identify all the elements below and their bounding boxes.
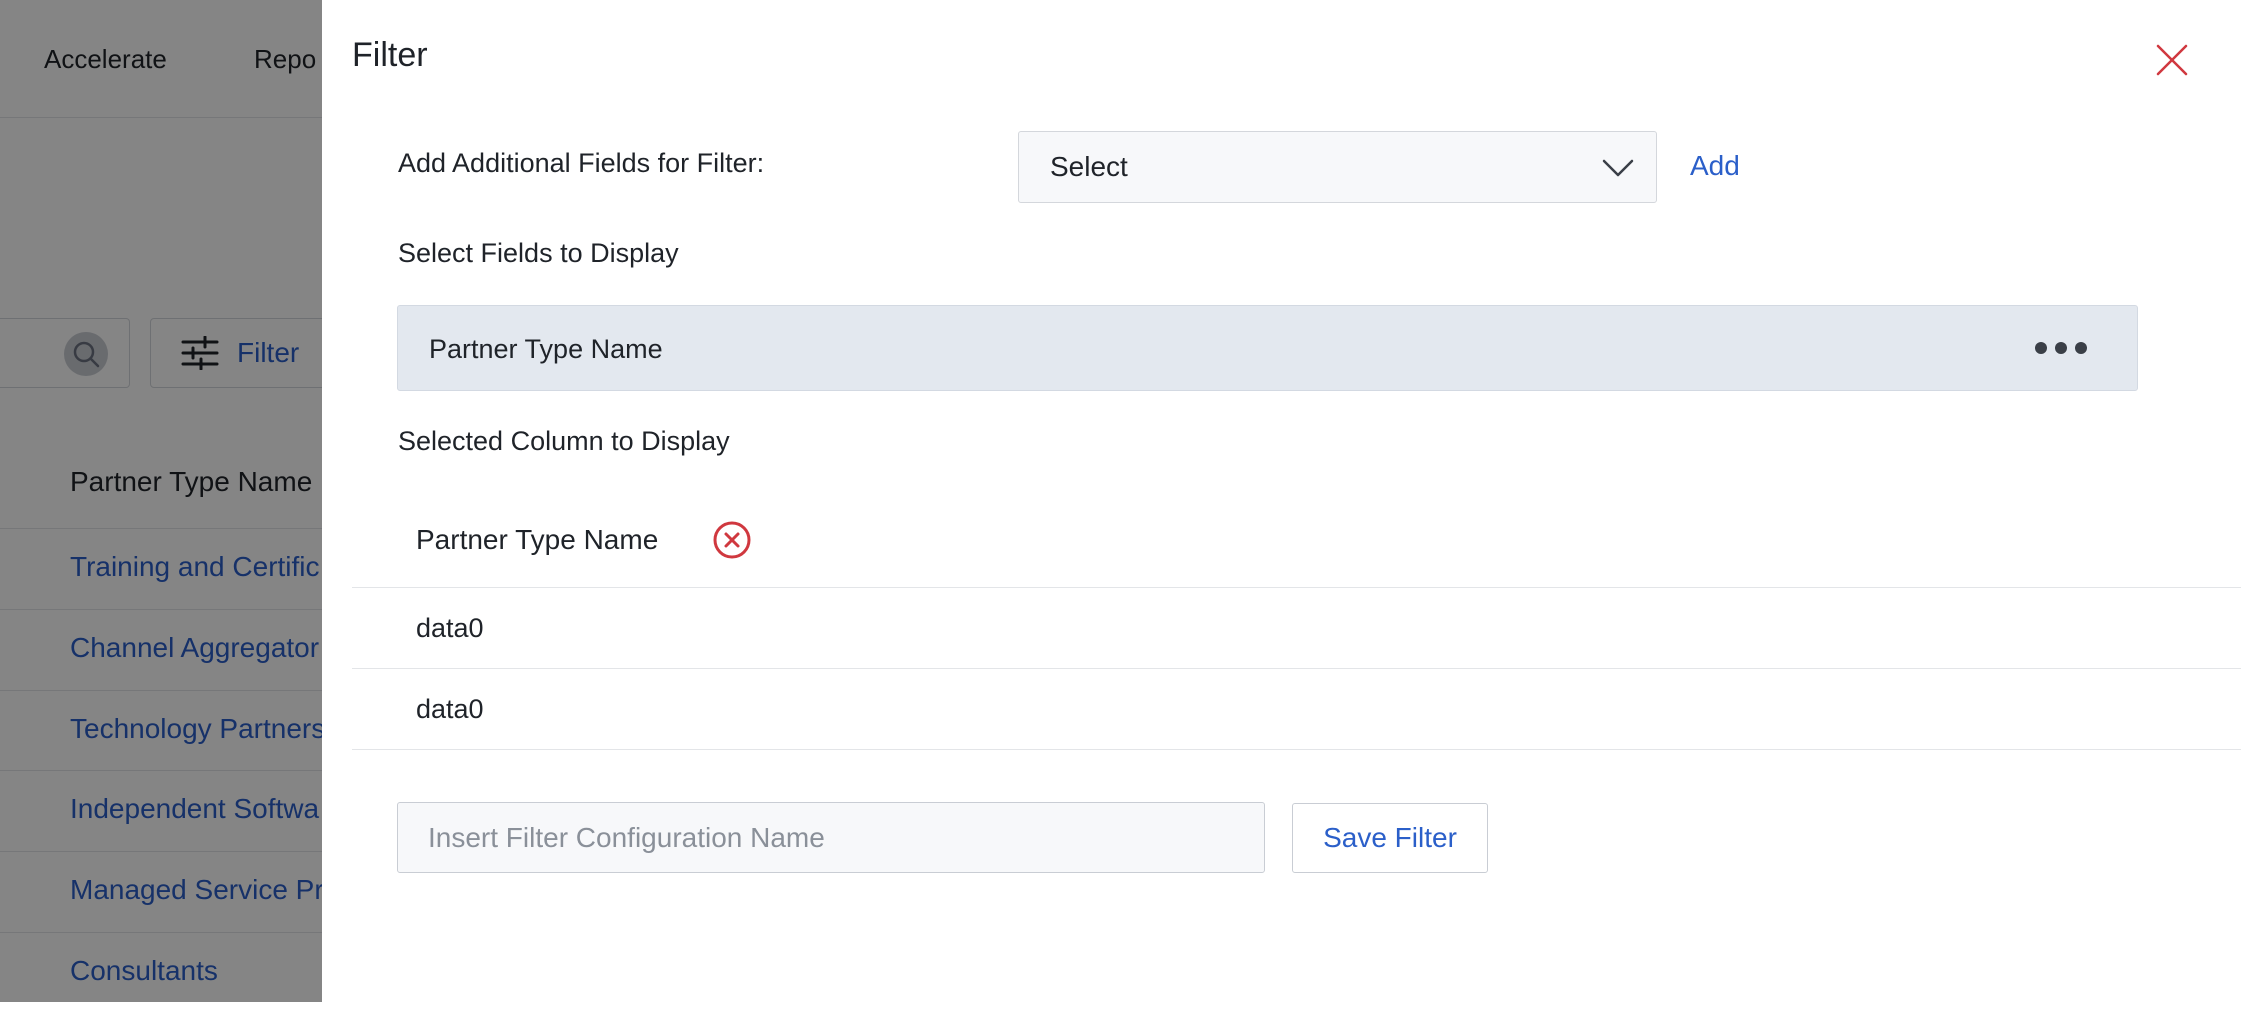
table-row: data0 bbox=[352, 588, 2241, 669]
more-horizontal-icon[interactable] bbox=[2035, 336, 2087, 360]
close-icon bbox=[2156, 44, 2188, 76]
filter-drawer: Filter Add Additional Fields for Filter:… bbox=[322, 0, 2241, 1002]
field-select-value: Select bbox=[1050, 151, 1128, 182]
select-fields-label: Select Fields to Display bbox=[398, 238, 679, 268]
field-select-dropdown[interactable]: Select bbox=[1018, 131, 1657, 203]
filter-config-name-input[interactable] bbox=[397, 802, 1265, 873]
drawer-title: Filter bbox=[352, 36, 428, 74]
table-row: data0 bbox=[352, 669, 2241, 750]
selected-column-header-label: Partner Type Name bbox=[416, 524, 659, 555]
chevron-down-icon bbox=[1602, 159, 1634, 177]
save-filter-button[interactable]: Save Filter bbox=[1292, 803, 1488, 873]
table-cell: data0 bbox=[416, 613, 484, 643]
modal-overlay[interactable] bbox=[0, 0, 322, 1002]
available-field-label: Partner Type Name bbox=[429, 334, 663, 364]
available-field-item[interactable]: Partner Type Name bbox=[397, 305, 2138, 391]
selected-column-label: Selected Column to Display bbox=[398, 426, 730, 456]
close-button[interactable] bbox=[2152, 40, 2192, 80]
table-cell: data0 bbox=[416, 694, 484, 724]
add-fields-label: Add Additional Fields for Filter: bbox=[398, 148, 765, 178]
selected-column-header: Partner Type Name bbox=[352, 500, 2241, 588]
remove-circle-icon[interactable] bbox=[712, 520, 752, 560]
selected-column-table: Partner Type Name data0 data0 bbox=[352, 500, 2241, 750]
add-field-link[interactable]: Add bbox=[1690, 150, 1740, 182]
